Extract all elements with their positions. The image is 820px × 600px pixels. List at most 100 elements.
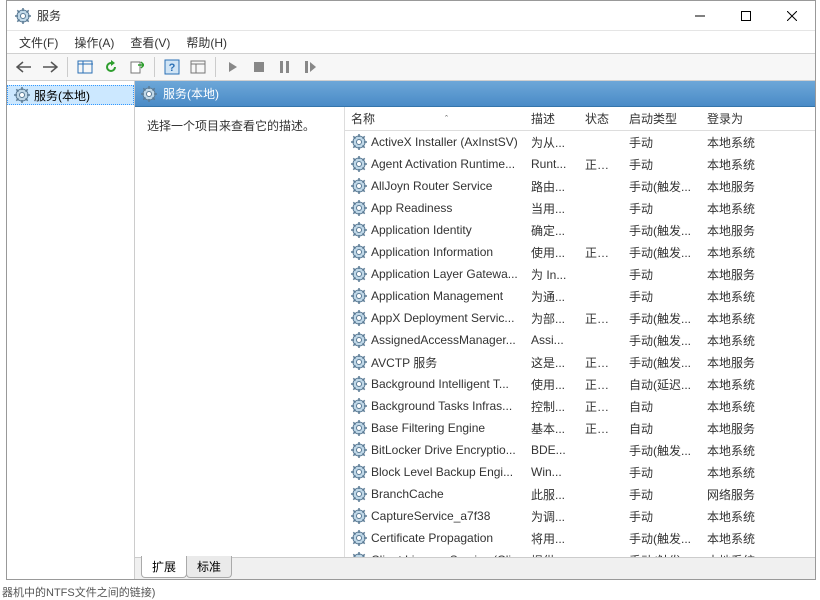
gear-icon	[351, 332, 367, 348]
table-row[interactable]: Background Intelligent T...使用...正在...自动(…	[345, 373, 815, 395]
service-name: AppX Deployment Servic...	[371, 311, 514, 325]
pause-service-button[interactable]	[273, 56, 297, 78]
table-row[interactable]: Client License Service (Cli...提供...手动(触发…	[345, 549, 815, 557]
service-start: 手动	[623, 266, 701, 283]
tab-standard[interactable]: 标准	[186, 556, 232, 578]
service-desc: 基本...	[525, 420, 579, 437]
tree-pane[interactable]: 服务(本地)	[7, 81, 135, 579]
menu-file[interactable]: 文件(F)	[11, 32, 66, 53]
window: 服务 文件(F) 操作(A) 查看(V) 帮助(H) ? 服务(本地	[6, 0, 816, 580]
tree-item-services-local[interactable]: 服务(本地)	[7, 85, 134, 105]
service-start: 自动	[623, 420, 701, 437]
gear-icon	[351, 486, 367, 502]
gear-icon	[351, 442, 367, 458]
toolbar: ?	[7, 53, 815, 81]
service-logon: 本地服务	[701, 178, 769, 195]
table-row[interactable]: Background Tasks Infras...控制...正在...自动本地…	[345, 395, 815, 417]
service-name: AssignedAccessManager...	[371, 333, 516, 347]
service-logon: 网络服务	[701, 486, 769, 503]
app-icon	[15, 8, 31, 24]
window-title: 服务	[37, 7, 677, 24]
service-start: 手动	[623, 508, 701, 525]
service-name: Background Intelligent T...	[371, 377, 509, 391]
forward-button[interactable]	[38, 56, 62, 78]
gear-icon	[351, 398, 367, 414]
service-logon: 本地服务	[701, 266, 769, 283]
service-desc: 为通...	[525, 288, 579, 305]
list-rows[interactable]: ActiveX Installer (AxInstSV)为从...手动本地系统A…	[345, 131, 815, 557]
col-header-desc[interactable]: 描述	[525, 107, 579, 130]
tabs: 扩展 标准	[135, 557, 815, 579]
service-desc: Runt...	[525, 157, 579, 171]
table-row[interactable]: App Readiness当用...手动本地系统	[345, 197, 815, 219]
table-row[interactable]: Agent Activation Runtime...Runt...正在...手…	[345, 153, 815, 175]
help-button[interactable]: ?	[160, 56, 184, 78]
service-desc: 确定...	[525, 222, 579, 239]
minimize-button[interactable]	[677, 1, 723, 31]
table-row[interactable]: Block Level Backup Engi...Win...手动本地系统	[345, 461, 815, 483]
menu-view[interactable]: 查看(V)	[122, 32, 178, 53]
service-start: 手动(触发...	[623, 178, 701, 195]
service-desc: 控制...	[525, 398, 579, 415]
service-logon: 本地系统	[701, 442, 769, 459]
col-header-logon[interactable]: 登录为	[701, 107, 769, 130]
service-desc: 此服...	[525, 486, 579, 503]
stop-service-button[interactable]	[247, 56, 271, 78]
gear-icon	[351, 178, 367, 194]
table-row[interactable]: Certificate Propagation将用...手动(触发...本地系统	[345, 527, 815, 549]
table-row[interactable]: BranchCache此服...手动网络服务	[345, 483, 815, 505]
service-logon: 本地系统	[701, 398, 769, 415]
service-logon: 本地服务	[701, 222, 769, 239]
table-row[interactable]: AllJoyn Router Service路由...手动(触发...本地服务	[345, 175, 815, 197]
service-logon: 本地服务	[701, 354, 769, 371]
tab-extended[interactable]: 扩展	[141, 556, 187, 578]
table-row[interactable]: Application Layer Gatewa...为 In...手动本地服务	[345, 263, 815, 285]
service-status: 正在...	[579, 156, 623, 173]
service-desc: Assi...	[525, 333, 579, 347]
table-row[interactable]: AVCTP 服务这是...正在...手动(触发...本地服务	[345, 351, 815, 373]
table-row[interactable]: AssignedAccessManager...Assi...手动(触发...本…	[345, 329, 815, 351]
menu-help[interactable]: 帮助(H)	[178, 32, 235, 53]
table-row[interactable]: Application Management为通...手动本地系统	[345, 285, 815, 307]
gear-icon	[351, 508, 367, 524]
table-row[interactable]: Application Information使用...正在...手动(触发..…	[345, 241, 815, 263]
table-row[interactable]: ActiveX Installer (AxInstSV)为从...手动本地系统	[345, 131, 815, 153]
table-row[interactable]: Base Filtering Engine基本...正在...自动本地服务	[345, 417, 815, 439]
refresh-button[interactable]	[99, 56, 123, 78]
service-status: 正在...	[579, 354, 623, 371]
service-start: 手动(触发...	[623, 442, 701, 459]
restart-service-button[interactable]	[299, 56, 323, 78]
service-name: Application Management	[371, 289, 503, 303]
service-name: BitLocker Drive Encryptio...	[371, 443, 516, 457]
table-row[interactable]: BitLocker Drive Encryptio...BDE...手动(触发.…	[345, 439, 815, 461]
table-row[interactable]: Application Identity确定...手动(触发...本地服务	[345, 219, 815, 241]
close-button[interactable]	[769, 1, 815, 31]
gear-icon	[351, 464, 367, 480]
maximize-button[interactable]	[723, 1, 769, 31]
service-start: 手动(触发...	[623, 244, 701, 261]
export-button[interactable]	[125, 56, 149, 78]
gear-icon	[351, 266, 367, 282]
menu-action[interactable]: 操作(A)	[66, 32, 122, 53]
back-button[interactable]	[12, 56, 36, 78]
service-logon: 本地系统	[701, 244, 769, 261]
table-row[interactable]: CaptureService_a7f38为调...手动本地系统	[345, 505, 815, 527]
service-logon: 本地系统	[701, 508, 769, 525]
service-name: Block Level Backup Engi...	[371, 465, 513, 479]
tree-item-label: 服务(本地)	[34, 87, 90, 104]
service-name: Background Tasks Infras...	[371, 399, 512, 413]
service-name: BranchCache	[371, 487, 444, 501]
service-desc: 为部...	[525, 310, 579, 327]
col-header-status[interactable]: 状态	[579, 107, 623, 130]
properties-button[interactable]	[186, 56, 210, 78]
col-header-name[interactable]: 名称ˆ	[345, 107, 525, 130]
col-header-start[interactable]: 启动类型	[623, 107, 701, 130]
service-start: 手动	[623, 200, 701, 217]
service-logon: 本地系统	[701, 156, 769, 173]
service-start: 手动	[623, 134, 701, 151]
service-logon: 本地系统	[701, 200, 769, 217]
show-hide-tree-button[interactable]	[73, 56, 97, 78]
table-row[interactable]: AppX Deployment Servic...为部...正在...手动(触发…	[345, 307, 815, 329]
start-service-button[interactable]	[221, 56, 245, 78]
main-pane: 服务(本地) 选择一个项目来查看它的描述。 名称ˆ 描述 状态 启动类型 登录为…	[135, 81, 815, 579]
